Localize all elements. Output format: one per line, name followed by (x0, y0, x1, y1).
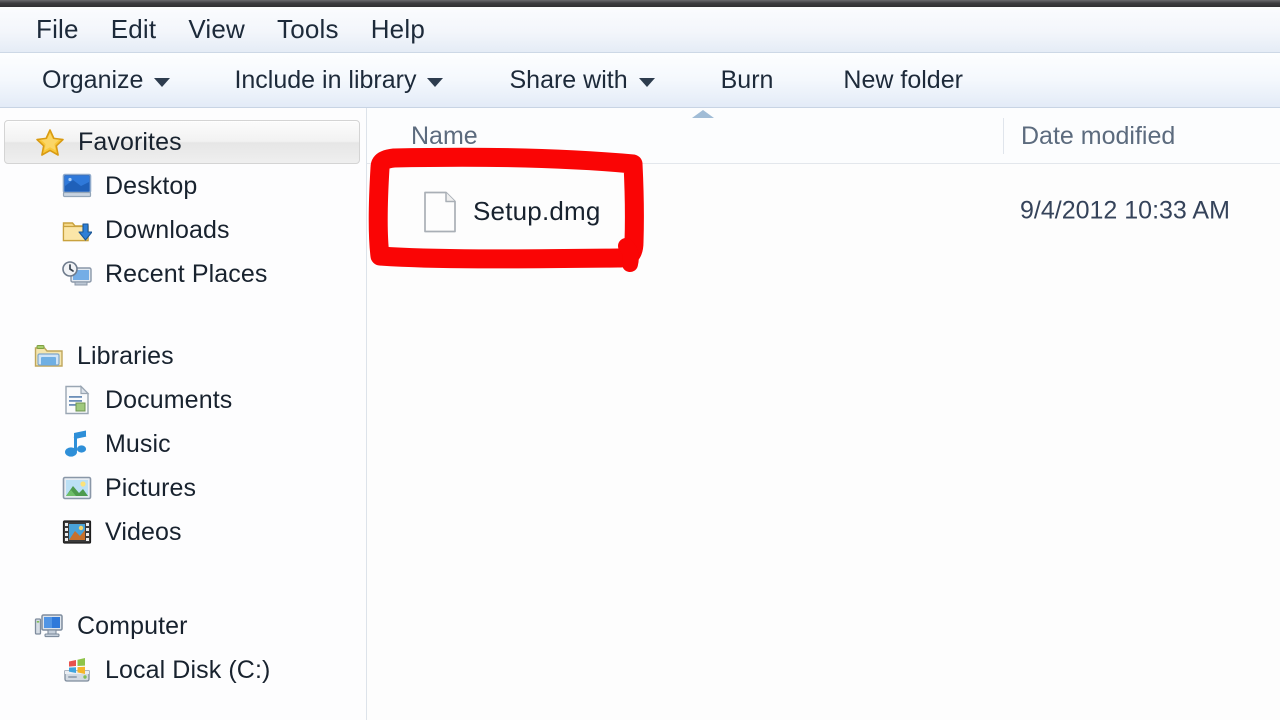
sidebar-item-documents[interactable]: Documents (0, 378, 366, 422)
menu-item-edit[interactable]: Edit (95, 12, 173, 47)
documents-library-icon (62, 385, 92, 415)
sort-ascending-icon (692, 110, 714, 118)
generic-file-icon (423, 191, 457, 233)
column-separator[interactable] (1003, 118, 1004, 154)
sidebar-item-desktop[interactable]: Desktop (0, 164, 366, 208)
sidebar-label-music: Music (105, 429, 171, 458)
pictures-icon (62, 473, 92, 503)
burn-label: Burn (720, 65, 774, 94)
organize-button[interactable]: Organize (28, 63, 184, 98)
videos-filmstrip-icon (62, 517, 92, 547)
sidebar-label-local-disk-c: Local Disk (C:) (105, 655, 271, 684)
new-folder-label: New folder (843, 65, 963, 94)
sidebar-item-favorites[interactable]: Favorites (4, 120, 360, 164)
explorer-body: Favorites Desktop Downloads Recent Place… (0, 108, 1280, 720)
column-header-name[interactable]: Name (411, 122, 478, 151)
new-folder-button[interactable]: New folder (829, 63, 977, 98)
explorer-window: File Edit View Tools Help Organize Inclu… (0, 0, 1280, 720)
share-with-label: Share with (509, 65, 628, 94)
file-list-pane: Name Date modified Setup.dmg 9/4/2012 10… (367, 108, 1280, 720)
chevron-down-icon (638, 77, 655, 87)
sidebar-item-downloads[interactable]: Downloads (0, 208, 366, 252)
sidebar-label-documents: Documents (105, 385, 233, 414)
sidebar-label-computer: Computer (77, 611, 188, 640)
title-bar-edge (0, 0, 1280, 7)
column-header-date-modified[interactable]: Date modified (1021, 122, 1175, 151)
music-note-icon (62, 429, 92, 459)
include-in-library-label: Include in library (234, 65, 417, 94)
sidebar-item-videos[interactable]: Videos (0, 510, 366, 554)
organize-label: Organize (42, 65, 144, 94)
file-date-modified-label: 9/4/2012 10:33 AM (1020, 196, 1230, 225)
sidebar-item-local-disk-c[interactable]: Local Disk (C:) (0, 648, 366, 692)
share-with-button[interactable]: Share with (495, 63, 668, 98)
sidebar-label-libraries: Libraries (77, 341, 174, 370)
burn-button[interactable]: Burn (707, 63, 788, 98)
menu-item-tools[interactable]: Tools (261, 12, 355, 47)
menu-item-view[interactable]: View (172, 12, 261, 47)
downloads-folder-icon (62, 215, 92, 245)
menu-item-file[interactable]: File (20, 12, 95, 47)
hard-disk-icon (62, 655, 92, 685)
sidebar-label-desktop: Desktop (105, 171, 198, 200)
command-toolbar: Organize Include in library Share with B… (0, 53, 1280, 108)
column-header-row: Name Date modified (367, 108, 1280, 164)
sidebar-label-favorites: Favorites (78, 127, 182, 156)
sidebar-item-libraries[interactable]: Libraries (0, 334, 366, 378)
table-row[interactable]: Setup.dmg 9/4/2012 10:33 AM (367, 182, 1280, 240)
libraries-icon (34, 341, 64, 371)
chevron-down-icon (154, 77, 171, 87)
sidebar-label-recent-places: Recent Places (105, 259, 268, 288)
menu-item-help[interactable]: Help (355, 12, 441, 47)
include-in-library-button[interactable]: Include in library (220, 63, 457, 98)
sidebar-item-computer[interactable]: Computer (0, 604, 366, 648)
sidebar-item-recent-places[interactable]: Recent Places (0, 252, 366, 296)
navigation-pane: Favorites Desktop Downloads Recent Place… (0, 108, 366, 720)
sidebar-item-pictures[interactable]: Pictures (0, 466, 366, 510)
sidebar-label-pictures: Pictures (105, 473, 197, 502)
computer-icon (34, 611, 64, 641)
sidebar-label-videos: Videos (105, 517, 182, 546)
sidebar-label-downloads: Downloads (105, 215, 230, 244)
chevron-down-icon (427, 77, 444, 87)
desktop-icon (62, 171, 92, 201)
nav-group-spacer (0, 296, 366, 334)
sidebar-item-music[interactable]: Music (0, 422, 366, 466)
nav-group-spacer (0, 554, 366, 604)
recent-places-icon (62, 259, 92, 289)
star-icon (35, 127, 65, 157)
menu-bar: File Edit View Tools Help (0, 7, 1280, 53)
file-name-label: Setup.dmg (473, 195, 601, 226)
